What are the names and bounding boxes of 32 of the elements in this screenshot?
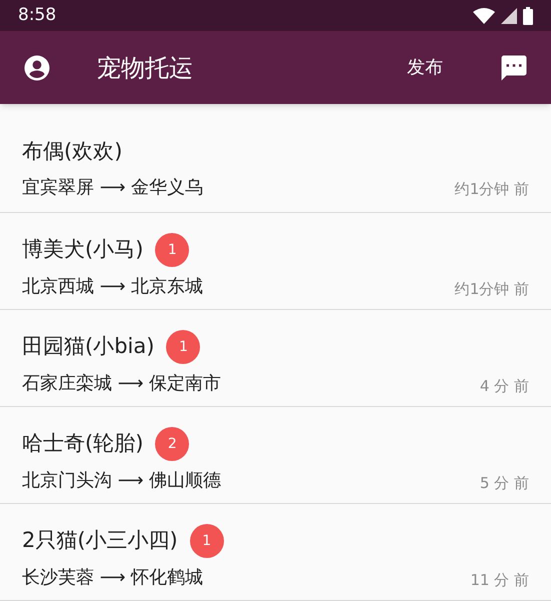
pet-name: 2只猫(小三小四) bbox=[22, 527, 178, 554]
status-time: 8:58 bbox=[18, 4, 56, 27]
unread-count: 2 bbox=[155, 427, 190, 461]
wifi-icon bbox=[473, 8, 495, 24]
list-item[interactable]: 博美犬(小马) 1 北京西城 ⟶ 北京东城 约1分钟 前 bbox=[0, 213, 551, 310]
time-ago: 约1分钟 前 bbox=[454, 179, 529, 200]
time-ago: 5 分 前 bbox=[480, 472, 529, 494]
message-icon[interactable] bbox=[499, 52, 529, 83]
route: 北京门头沟 ⟶ 佛山顺德 bbox=[22, 469, 222, 493]
route: 北京西城 ⟶ 北京东城 bbox=[22, 275, 204, 299]
time-ago: 11 分 前 bbox=[470, 570, 529, 590]
route: 长沙芙蓉 ⟶ 怀化鹤城 bbox=[22, 566, 204, 590]
pet-name: 哈士奇(轮胎) bbox=[22, 430, 144, 458]
list-item[interactable]: 哈士奇(轮胎) 2 北京门头沟 ⟶ 佛山顺德 5 分 前 bbox=[0, 407, 551, 504]
app-title: 宠物托运 bbox=[97, 52, 193, 84]
account-icon[interactable] bbox=[22, 52, 52, 83]
time-ago: 4 分 前 bbox=[480, 376, 529, 396]
unread-count: 1 bbox=[190, 524, 224, 558]
pet-name: 布偶(欢欢) bbox=[22, 138, 122, 165]
unread-count: 1 bbox=[155, 233, 190, 267]
list-item[interactable]: 田园猫(小bia) 1 石家庄栾城 ⟶ 保定南市 4 分 前 bbox=[0, 310, 551, 407]
route: 石家庄栾城 ⟶ 保定南市 bbox=[22, 372, 222, 396]
pet-name: 博美犬(小马) bbox=[22, 236, 144, 264]
list-item[interactable]: 布偶(欢欢) 宜宾翠屏 ⟶ 金华义乌 约1分钟 前 bbox=[0, 116, 551, 213]
time-ago: 约1分钟 前 bbox=[454, 278, 529, 300]
signal-icon bbox=[501, 8, 517, 24]
publish-button[interactable]: 发布 bbox=[407, 54, 443, 82]
route: 宜宾翠屏 ⟶ 金华义乌 bbox=[22, 176, 204, 200]
battery-icon bbox=[523, 6, 533, 25]
list-item[interactable]: 2只猫(小三小四) 1 长沙芙蓉 ⟶ 怀化鹤城 11 分 前 bbox=[0, 504, 551, 601]
pet-name: 田园猫(小bia) bbox=[22, 333, 154, 360]
unread-count: 1 bbox=[166, 330, 200, 364]
